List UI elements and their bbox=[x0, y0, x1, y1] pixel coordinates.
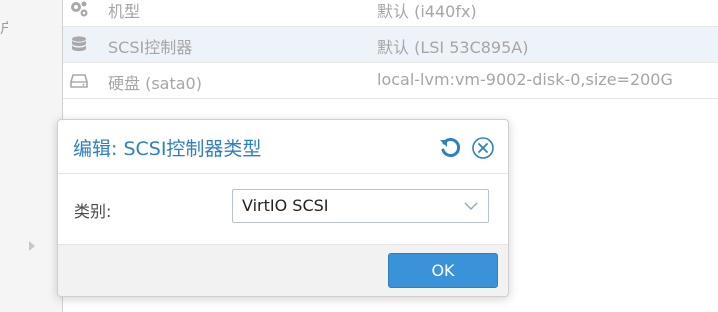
dialog-header: 编辑: SCSI控制器类型 bbox=[58, 120, 508, 174]
row-value: local-lvm:vm-9002-disk-0,size=200G bbox=[377, 70, 673, 89]
hardware-row-machine[interactable]: 机型 默认 (i440fx) bbox=[63, 0, 718, 27]
controller-type-select[interactable]: VirtIO SCSI bbox=[232, 189, 489, 223]
row-key: SCSI控制器 bbox=[108, 38, 193, 57]
reset-icon[interactable] bbox=[438, 136, 462, 160]
gears-icon bbox=[71, 1, 88, 17]
database-icon bbox=[72, 36, 86, 52]
ok-button[interactable]: OK bbox=[388, 253, 498, 288]
hardware-row-hard-disk[interactable]: 硬盘 (sata0) local-lvm:vm-9002-disk-0,size… bbox=[63, 63, 718, 99]
hard-disk-icon bbox=[70, 74, 88, 88]
controller-type-label: 类别: bbox=[74, 202, 112, 221]
nav-item-fragment[interactable]: 户 bbox=[0, 18, 8, 38]
close-icon[interactable] bbox=[471, 136, 495, 160]
row-key: 机型 bbox=[108, 2, 141, 21]
nav-expand-icon[interactable] bbox=[29, 241, 35, 251]
left-navigation: 户 bbox=[0, 0, 63, 312]
row-value: 默认 (LSI 53C895A) bbox=[377, 38, 529, 57]
chevron-down-icon[interactable] bbox=[464, 201, 478, 211]
row-key: 硬盘 (sata0) bbox=[108, 74, 202, 93]
dialog-title: 编辑: SCSI控制器类型 bbox=[73, 138, 262, 160]
hardware-row-scsi-controller[interactable]: SCSI控制器 默认 (LSI 53C895A) bbox=[63, 27, 718, 63]
edit-scsi-controller-dialog: 编辑: SCSI控制器类型 类别: VirtIO SCSI OK bbox=[57, 119, 509, 297]
dialog-footer: OK bbox=[58, 244, 508, 296]
row-value: 默认 (i440fx) bbox=[377, 2, 477, 21]
controller-type-row: 类别: VirtIO SCSI bbox=[58, 175, 508, 243]
select-value: VirtIO SCSI bbox=[242, 196, 329, 215]
